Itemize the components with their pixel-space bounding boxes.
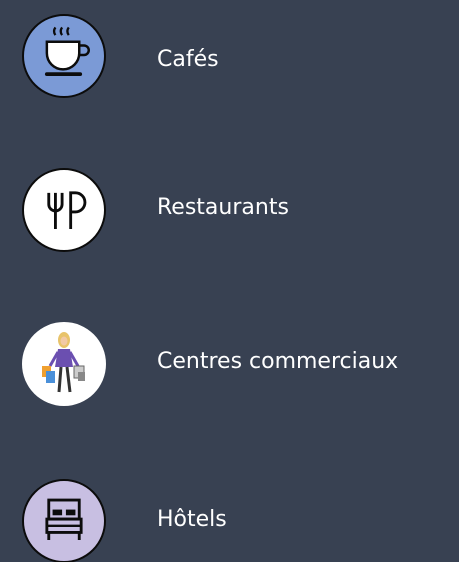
category-label: Cafés <box>157 47 219 72</box>
page: Cafés Restaurants Centres commerciaux Hô… <box>0 0 459 562</box>
category-item-cafes[interactable]: Cafés <box>0 6 459 102</box>
category-item-centres-commerciaux[interactable]: Centres commerciaux <box>0 318 459 414</box>
category-item-hotels[interactable]: Hôtels <box>0 470 459 562</box>
shopping-woman-icon <box>22 322 106 406</box>
category-label: Centres commerciaux <box>157 349 399 374</box>
category-list: Cafés Restaurants Centres commerciaux Hô… <box>0 0 459 562</box>
category-label: Restaurants <box>157 195 289 220</box>
category-label: Hôtels <box>157 507 227 532</box>
coffee-cup-icon <box>22 14 106 98</box>
bed-icon <box>22 479 106 562</box>
category-item-restaurants[interactable]: Restaurants <box>0 162 459 258</box>
fork-knife-icon <box>22 168 106 252</box>
